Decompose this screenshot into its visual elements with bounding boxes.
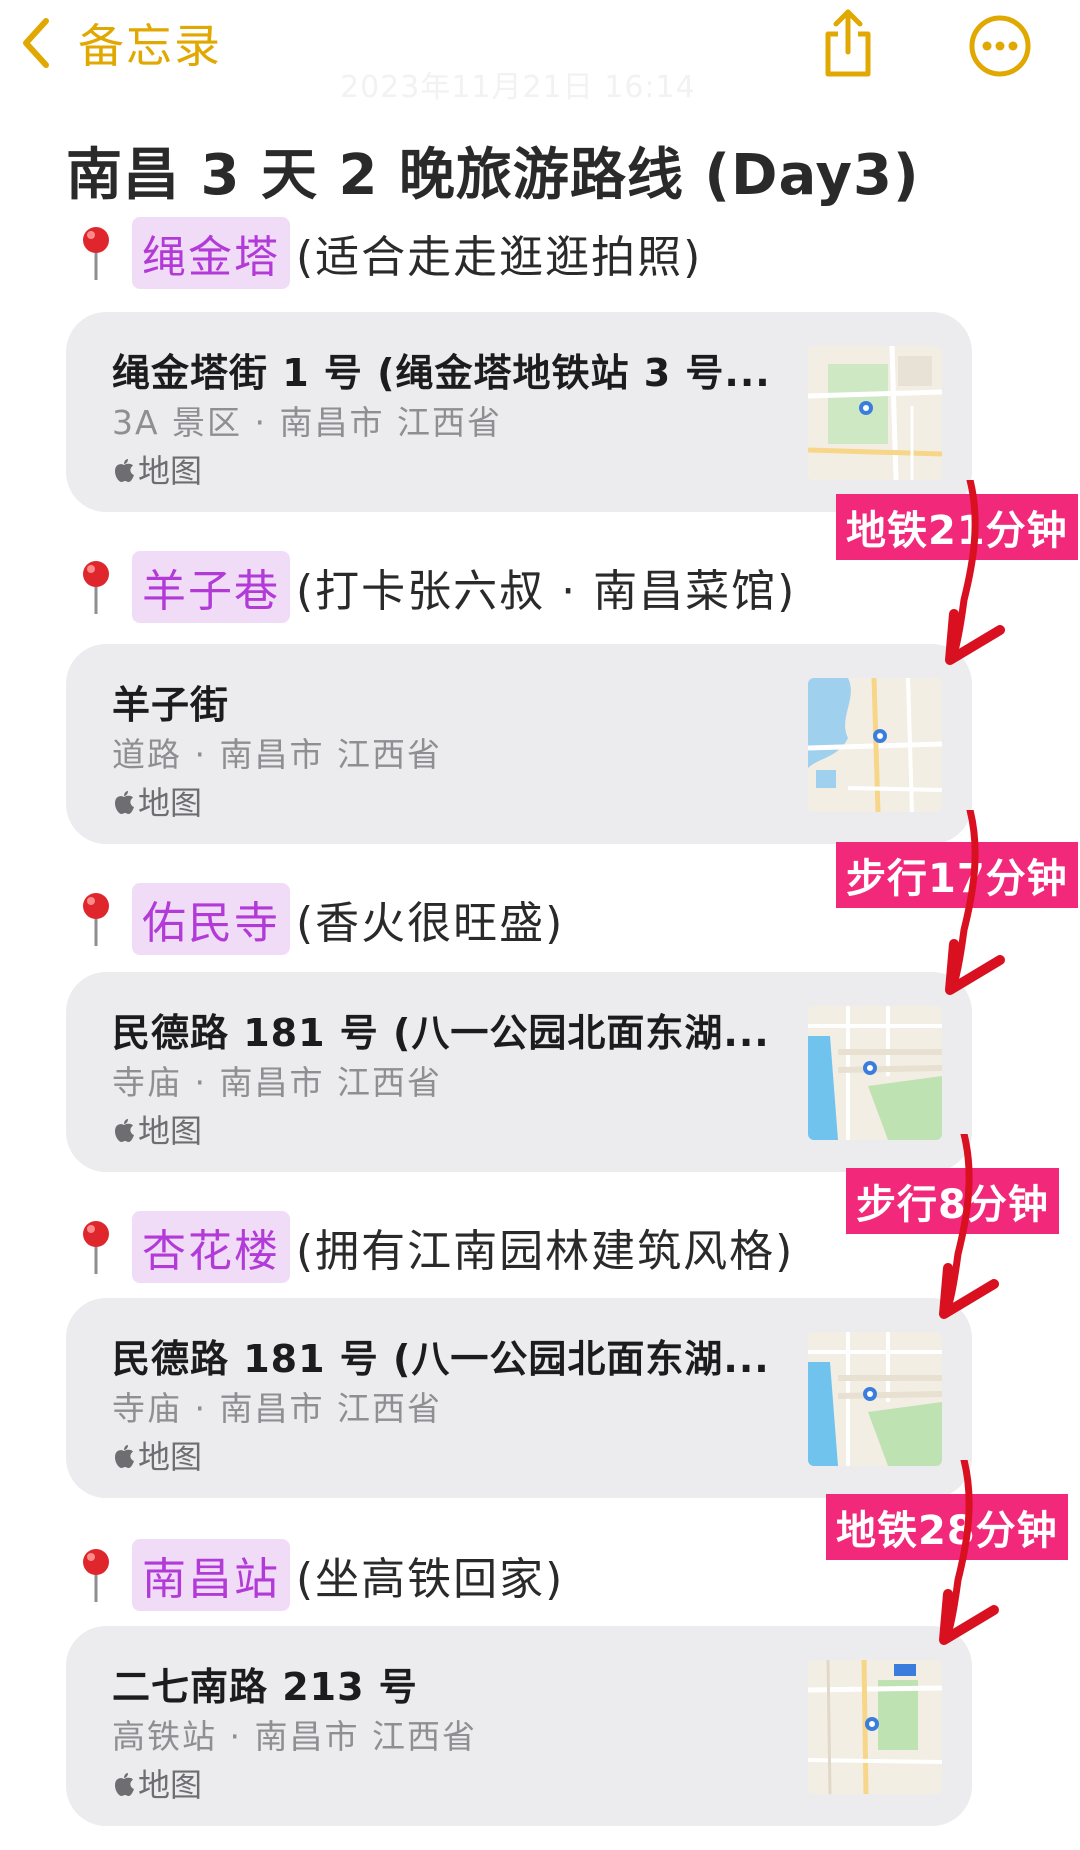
map-link-card[interactable]: 民德路 181 号 (八一公园北面东湖... 寺庙 · 南昌市 江西省 地图	[66, 1298, 972, 1498]
card-address: 民德路 181 号 (八一公园北面东湖...	[112, 1337, 770, 1381]
card-category: 道路 · 南昌市 江西省	[112, 735, 442, 774]
place-note: (打卡张六叔 · 南昌菜馆)	[296, 566, 797, 617]
place-name-tag: 羊子巷	[132, 551, 290, 623]
place-note: (坐高铁回家)	[296, 1554, 565, 1605]
share-button[interactable]	[820, 6, 876, 80]
back-label: 备忘录	[78, 19, 222, 73]
map-thumbnail	[808, 678, 942, 812]
card-source: 地图	[112, 778, 202, 824]
apple-logo-icon	[115, 1445, 134, 1468]
stop-heading: 南昌站 (坐高铁回家)	[74, 1539, 565, 1611]
pin-icon	[83, 1549, 109, 1602]
card-source: 地图	[112, 1432, 202, 1478]
down-arrow-icon	[945, 480, 1005, 665]
apple-logo-icon	[115, 1119, 134, 1142]
map-thumbnail	[808, 1006, 942, 1140]
card-source: 地图	[112, 1760, 202, 1806]
back-button[interactable]: 备忘录	[20, 10, 222, 76]
down-arrow-icon	[939, 1134, 999, 1319]
map-thumbnail	[808, 1660, 942, 1794]
card-category: 3A 景区 · 南昌市 江西省	[112, 403, 503, 442]
place-name-tag: 杏花楼	[132, 1211, 290, 1283]
card-source: 地图	[112, 1106, 202, 1152]
card-address: 二七南路 213 号	[112, 1665, 418, 1709]
card-category: 高铁站 · 南昌市 江西省	[112, 1717, 477, 1756]
notes-page: 备忘录 2023年11月21日 16:14 南昌 3 天 2 晚旅游路线 (Da…	[0, 0, 1080, 1850]
place-name-tag: 绳金塔	[132, 217, 290, 289]
card-category: 寺庙 · 南昌市 江西省	[112, 1063, 442, 1102]
map-link-card[interactable]: 绳金塔街 1 号 (绳金塔地铁站 3 号... 3A 景区 · 南昌市 江西省 …	[66, 312, 972, 512]
map-thumbnail	[808, 346, 942, 480]
card-source: 地图	[112, 446, 202, 492]
down-arrow-icon	[945, 810, 1005, 995]
map-thumbnail	[808, 1332, 942, 1466]
apple-logo-icon	[115, 1773, 134, 1796]
nav-bar: 备忘录 2023年11月21日 16:14	[0, 0, 1080, 110]
share-icon	[825, 9, 871, 77]
place-note: (香火很旺盛)	[296, 898, 565, 949]
card-address: 绳金塔街 1 号 (绳金塔地铁站 3 号...	[112, 351, 771, 395]
place-note: (拥有江南园林建筑风格)	[296, 1226, 795, 1277]
source-label: 地图	[138, 784, 203, 822]
more-button[interactable]	[968, 14, 1032, 78]
map-link-card[interactable]: 二七南路 213 号 高铁站 · 南昌市 江西省 地图	[66, 1626, 972, 1826]
place-note: (适合走走逛逛拍照)	[296, 232, 703, 283]
pin-icon	[83, 227, 109, 280]
chevron-left-icon	[23, 18, 49, 68]
down-arrow-icon	[939, 1460, 999, 1645]
stop-heading: 佑民寺 (香火很旺盛)	[74, 883, 565, 955]
apple-logo-icon	[115, 791, 134, 814]
stop-heading: 羊子巷 (打卡张六叔 · 南昌菜馆)	[74, 551, 797, 623]
note-title: 南昌 3 天 2 晚旅游路线 (Day3)	[66, 143, 920, 208]
source-label: 地图	[138, 1438, 203, 1476]
card-address: 民德路 181 号 (八一公园北面东湖...	[112, 1011, 770, 1055]
source-label: 地图	[138, 1766, 203, 1804]
stop-heading: 绳金塔 (适合走走逛逛拍照)	[74, 217, 703, 289]
source-label: 地图	[138, 452, 203, 490]
card-address: 羊子街	[112, 683, 230, 727]
pin-icon	[83, 561, 109, 614]
note-date: 2023年11月21日 16:14	[340, 70, 696, 105]
place-name-tag: 佑民寺	[132, 883, 290, 955]
ellipsis-circle-icon	[969, 15, 1031, 77]
place-name-tag: 南昌站	[132, 1539, 290, 1611]
stop-heading: 杏花楼 (拥有江南园林建筑风格)	[74, 1211, 795, 1283]
card-category: 寺庙 · 南昌市 江西省	[112, 1389, 442, 1428]
source-label: 地图	[138, 1112, 203, 1150]
pin-icon	[83, 893, 109, 946]
pin-icon	[83, 1221, 109, 1274]
map-link-card[interactable]: 羊子街 道路 · 南昌市 江西省 地图	[66, 644, 972, 844]
apple-logo-icon	[115, 459, 134, 482]
map-link-card[interactable]: 民德路 181 号 (八一公园北面东湖... 寺庙 · 南昌市 江西省 地图	[66, 972, 972, 1172]
